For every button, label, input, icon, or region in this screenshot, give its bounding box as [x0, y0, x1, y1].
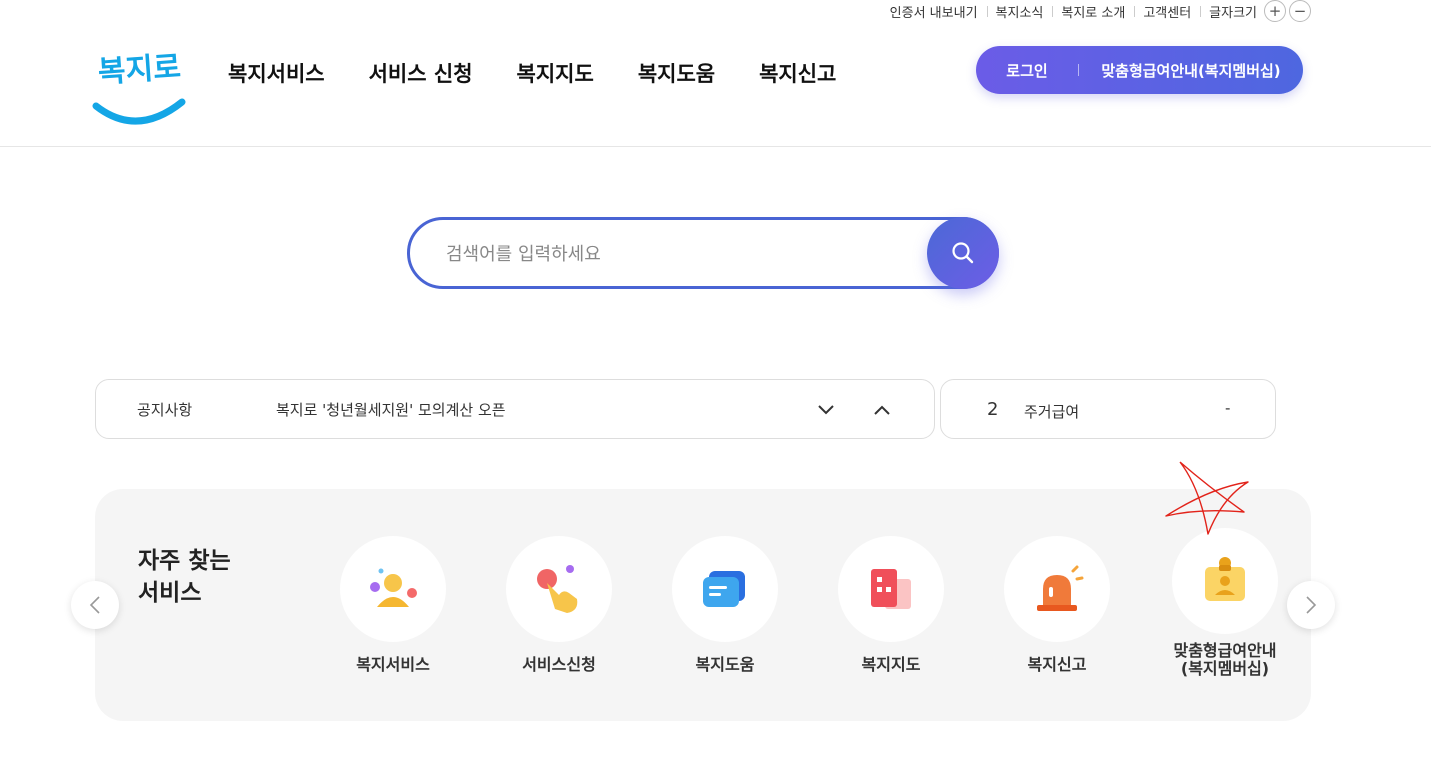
chat-bubble-icon — [703, 571, 745, 607]
logo[interactable]: 복지로 — [92, 40, 192, 130]
service-label: 복지지도 — [861, 655, 921, 674]
customer-center-link[interactable]: 고객센터 — [1134, 2, 1200, 21]
rank-change: - — [1225, 399, 1231, 417]
service-membership[interactable]: 맞춤형급여안내 (복지멤버십) — [1172, 528, 1278, 678]
chevron-left-icon — [89, 596, 100, 614]
header-divider — [0, 146, 1431, 147]
nav-welfare-map[interactable]: 복지지도 — [517, 58, 594, 88]
next-button[interactable] — [1287, 581, 1335, 629]
membership-card-icon — [1205, 557, 1245, 601]
rank-text[interactable]: 주거급여 — [1024, 401, 1079, 422]
welfare-news-link[interactable]: 복지소식 — [986, 2, 1053, 21]
chevron-right-icon — [1306, 596, 1317, 614]
title-line-2: 서비스 — [138, 580, 202, 606]
service-label: 서비스신청 — [522, 655, 596, 674]
rank-number: 2 — [987, 399, 999, 420]
service-map[interactable]: 복지지도 — [838, 536, 944, 674]
search-button[interactable] — [927, 217, 999, 289]
notice-bar: 공지사항 복지로 '청년월세지원' 모의계산 오픈 — [95, 379, 935, 439]
login-pill: 로그인 맞춤형급여안내(복지멤버십) — [976, 46, 1303, 94]
logo-text: 복지로 — [97, 50, 182, 91]
service-report[interactable]: 복지신고 — [1004, 536, 1110, 674]
person-service-icon — [370, 568, 417, 607]
building-map-icon — [871, 569, 911, 609]
title-line-1: 자주 찾는 — [138, 548, 231, 574]
service-label: 복지도움 — [695, 655, 755, 674]
search-input[interactable] — [446, 238, 916, 270]
chevron-up-icon[interactable] — [872, 400, 892, 420]
label-line-2: (복지멤버십) — [1180, 659, 1270, 678]
chevron-down-icon[interactable] — [816, 400, 836, 420]
frequent-services-title: 자주 찾는 서비스 — [138, 545, 231, 609]
main-nav: 복지서비스 서비스 신청 복지지도 복지도움 복지신고 — [228, 58, 836, 88]
service-label: 맞춤형급여안내 (복지멤버십) — [1152, 642, 1298, 678]
font-increase-button[interactable]: + — [1264, 0, 1286, 22]
login-button[interactable]: 로그인 — [976, 60, 1078, 81]
nav-welfare-help[interactable]: 복지도움 — [638, 58, 715, 88]
cert-export-link[interactable]: 인증서 내보내기 — [881, 2, 987, 21]
prev-button[interactable] — [71, 581, 119, 629]
logo-icon: 복지로 — [92, 50, 186, 125]
nav-service-apply[interactable]: 서비스 신청 — [369, 58, 473, 88]
membership-button[interactable]: 맞춤형급여안내(복지멤버십) — [1079, 60, 1303, 81]
service-label: 복지서비스 — [356, 655, 430, 674]
popular-ranking: 2 주거급여 - — [940, 379, 1276, 439]
service-welfare[interactable]: 복지서비스 — [340, 536, 446, 674]
search-icon — [952, 242, 974, 264]
nav-welfare-report[interactable]: 복지신고 — [759, 58, 836, 88]
service-label: 복지신고 — [1027, 655, 1087, 674]
label-line-1: 맞춤형급여안내 — [1173, 641, 1277, 660]
hand-tap-icon — [537, 565, 578, 613]
notice-label: 공지사항 — [137, 400, 193, 419]
service-help[interactable]: 복지도움 — [672, 536, 778, 674]
font-decrease-button[interactable]: − — [1289, 0, 1311, 22]
utility-bar: 인증서 내보내기 복지소식 복지로 소개 고객센터 글자크기 + − — [881, 0, 1311, 22]
font-size-label: 글자크기 — [1200, 2, 1261, 21]
search-box — [407, 217, 999, 289]
service-apply[interactable]: 서비스신청 — [506, 536, 612, 674]
about-link[interactable]: 복지로 소개 — [1052, 2, 1134, 21]
nav-welfare-service[interactable]: 복지서비스 — [228, 58, 325, 88]
siren-icon — [1037, 565, 1084, 611]
notice-text[interactable]: 복지로 '청년월세지원' 모의계산 오픈 — [276, 399, 506, 420]
